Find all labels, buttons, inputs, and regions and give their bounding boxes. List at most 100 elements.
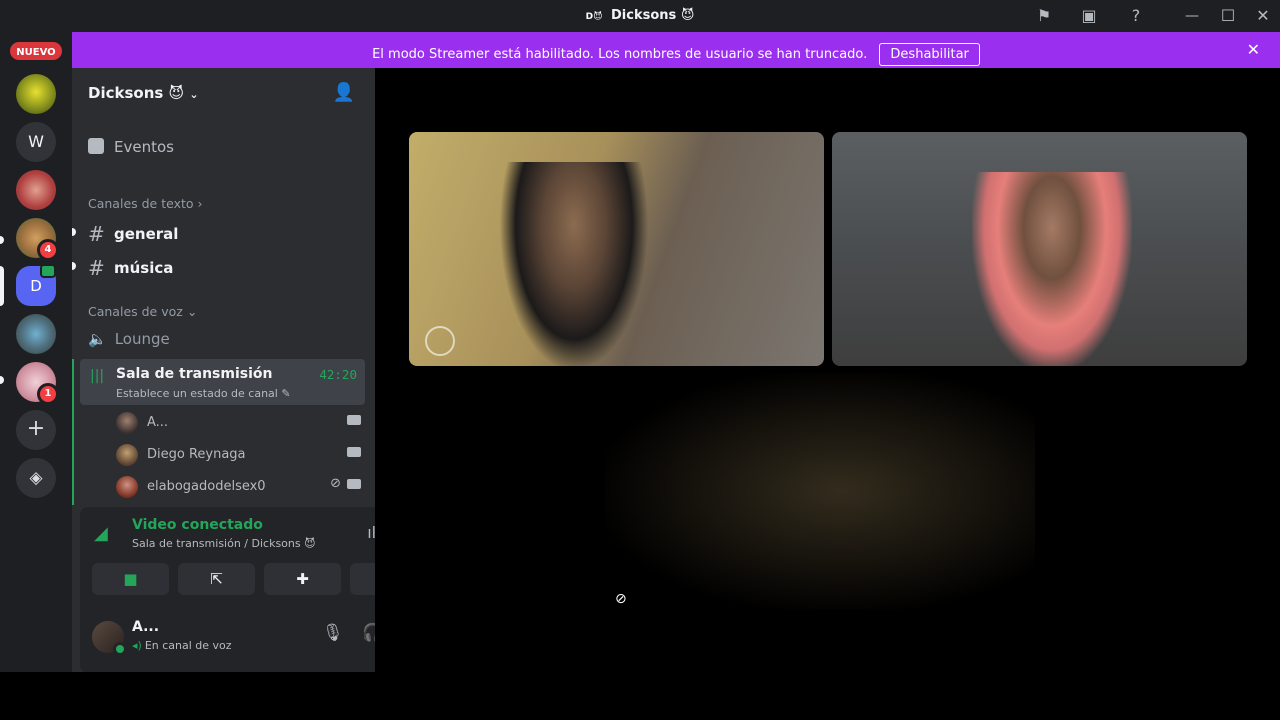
bottom-bar [0, 672, 1280, 720]
channel-status[interactable]: Establece un estado de canal ✎ [116, 387, 291, 400]
server-red-avatar[interactable] [16, 170, 56, 210]
mention-badge-2: 1 [37, 383, 59, 405]
help-icon[interactable]: ? [1123, 4, 1149, 28]
voice-connected-line [72, 359, 74, 505]
add-server-icon[interactable]: + [16, 410, 56, 450]
chevron-down-icon: ⌄ [186, 304, 198, 319]
video-tile-user-3[interactable]: ⊘ [605, 373, 1035, 609]
activities-icon: ✚ [296, 570, 309, 588]
channel-status-text: Establece un estado de canal [116, 387, 278, 400]
channel-musica[interactable]: # música [88, 256, 173, 280]
video-tile-user-2[interactable] [832, 132, 1247, 366]
explore-compass-icon[interactable]: ◈ [16, 458, 56, 498]
voice-user[interactable]: A... [116, 410, 361, 436]
participant-video [499, 162, 649, 366]
invite-people-icon[interactable]: 👤 [333, 82, 355, 103]
pencil-icon: ✎ [281, 387, 291, 400]
activities-button[interactable]: ✚ [264, 563, 341, 595]
video-active-icon [40, 264, 56, 278]
avatar-overlay-icon [425, 326, 455, 356]
video-tile-user-1[interactable] [409, 132, 824, 366]
channel-name: Lounge [114, 330, 170, 348]
voice-category-label: Canales de voz [88, 304, 183, 319]
screen-share-icon: ⇱ [210, 570, 223, 588]
microphone-icon[interactable]: 🎙 [322, 623, 344, 643]
camera-icon [347, 447, 361, 457]
speaker-icon: 🔈 [88, 330, 107, 348]
chevron-down-icon: ⌄ [189, 88, 199, 101]
hash-icon: # [88, 256, 105, 280]
mic-muted-icon: ⊘ [330, 476, 341, 491]
text-category[interactable]: Canales de texto › [88, 196, 203, 211]
participant-video [972, 172, 1132, 366]
connection-signal-icon[interactable]: ◢ [94, 523, 108, 544]
voice-user-name: A... [147, 415, 169, 430]
voice-status[interactable]: Video conectado [132, 517, 263, 533]
server-blue-avatar[interactable] [16, 314, 56, 354]
maximize-icon[interactable]: ☐ [1215, 4, 1241, 28]
title-emoji: 😈 [680, 8, 695, 23]
camera-icon [347, 415, 361, 425]
hash-icon: # [88, 222, 105, 246]
channel-sidebar: Dicksons 😈 ⌄ 👤 Eventos Canales de texto … [72, 68, 439, 673]
call-timer: 42:20 [319, 367, 357, 382]
user-name[interactable]: A... [132, 619, 159, 635]
voice-category[interactable]: Canales de voz ⌄ [88, 304, 197, 319]
unread-indicator [72, 262, 76, 270]
calendar-icon [88, 138, 104, 154]
server-icon: D😈 [585, 12, 603, 22]
user-status-text: En canal de voz [144, 639, 232, 652]
voice-user[interactable]: Diego Reynaga [116, 442, 361, 468]
stage-wave-icon: ||| [90, 368, 105, 384]
server-rail: NUEVO W 4 D 1 + ◈ [0, 32, 72, 672]
server-header[interactable]: Dicksons 😈 ⌄ 👤 [72, 68, 375, 118]
chevron-right-icon: › [197, 196, 203, 211]
server-dicksons-letter: D [30, 277, 42, 295]
streamer-mode-banner: El modo Streamer está habilitado. Los no… [72, 32, 1280, 68]
flag-icon[interactable]: ⚑ [1031, 4, 1057, 28]
channel-general[interactable]: # general [88, 222, 178, 246]
server-name-text: Dicksons 😈 [88, 84, 185, 102]
channel-lounge[interactable]: 🔈 Lounge [88, 330, 170, 348]
disable-streamer-button[interactable]: Deshabilitar [879, 43, 980, 66]
camera-button[interactable]: ■ [92, 563, 169, 595]
close-banner-icon[interactable]: ✕ [1247, 40, 1260, 59]
unread-pill [0, 236, 4, 244]
avatar [116, 476, 138, 498]
active-voice-channel[interactable]: ||| Sala de transmisión 42:20 Establece … [80, 359, 365, 405]
window-title-text: Dicksons [611, 8, 677, 23]
channel-name: general [114, 225, 179, 243]
voice-user-name: elabogadodelsex0 [147, 479, 266, 494]
unread-pill-2 [0, 376, 4, 384]
mention-badge: 4 [37, 239, 59, 261]
title-bar: D😈 Dicksons 😈 ⚑ ▣ ? — ☐ ✕ [0, 0, 1280, 32]
unread-indicator [72, 228, 76, 236]
minimize-icon[interactable]: — [1179, 4, 1205, 28]
voice-user-name: Diego Reynaga [147, 447, 246, 462]
banner-message: El modo Streamer está habilitado. Los no… [372, 47, 868, 62]
inbox-icon[interactable]: ▣ [1076, 4, 1102, 28]
voice-location[interactable]: Sala de transmisión / Dicksons 😈 [132, 537, 316, 550]
camera-icon: ■ [123, 570, 138, 588]
voice-user[interactable]: elabogadodelsex0 ⊘ [116, 474, 361, 500]
camera-icon [347, 479, 361, 489]
server-w[interactable]: W [16, 122, 56, 162]
video-stage: ⊘ [375, 68, 1280, 672]
mic-muted-icon: ⊘ [615, 591, 627, 607]
events-label: Eventos [114, 138, 174, 156]
avatar [116, 444, 138, 466]
avatar [116, 412, 138, 434]
speaker-icon: ◂) [132, 639, 142, 652]
online-status-icon [113, 642, 127, 656]
text-category-label: Canales de texto [88, 196, 194, 211]
close-window-icon[interactable]: ✕ [1250, 4, 1276, 28]
screen-share-button[interactable]: ⇱ [178, 563, 255, 595]
events-item[interactable]: Eventos [88, 138, 174, 156]
discord-app: D😈 Dicksons 😈 ⚑ ▣ ? — ☐ ✕ NUEVO W 4 D 1 … [0, 0, 1280, 720]
new-badge[interactable]: NUEVO [8, 40, 64, 62]
server-yellow-avatar[interactable] [16, 74, 56, 114]
active-channel-name: Sala de transmisión [116, 366, 273, 382]
user-status: ◂) En canal de voz [132, 639, 232, 652]
server-name[interactable]: Dicksons 😈 ⌄ [88, 84, 199, 102]
selected-pill [0, 266, 4, 306]
